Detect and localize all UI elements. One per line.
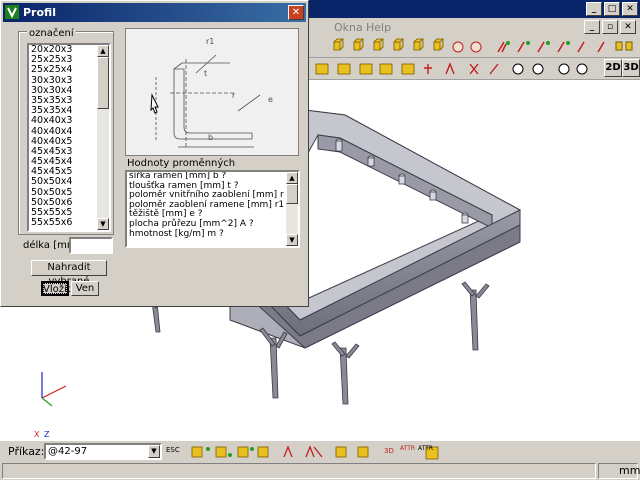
- scroll-down-icon[interactable]: ▼: [286, 234, 298, 246]
- chevron-down-icon[interactable]: ▼: [148, 445, 160, 458]
- scroll-thumb[interactable]: [97, 57, 109, 109]
- menu-help[interactable]: Help: [366, 21, 391, 34]
- insert-button[interactable]: Vložit: [41, 281, 71, 296]
- dim-b-label: b: [208, 133, 214, 142]
- command-bar: Příkaz: @42-97 ▼ ESC 3D ATTR ATTR: [0, 440, 640, 463]
- replace-selected-button[interactable]: Nahradit vybrané: [31, 260, 107, 287]
- toolbar-attr-label-2[interactable]: ATTR: [418, 445, 433, 452]
- close-icon: ✕: [289, 6, 303, 19]
- exit-button[interactable]: Ven: [71, 281, 99, 296]
- scroll-up-icon[interactable]: ▲: [286, 172, 298, 184]
- dim-r1-label: r1: [206, 37, 215, 46]
- minimize-button[interactable]: _: [586, 2, 602, 16]
- toolbar-icons-row-2[interactable]: [310, 60, 600, 78]
- profile-diagram: r1 t r e b: [125, 28, 299, 156]
- command-input-value: @42-97: [48, 446, 88, 457]
- esc-button[interactable]: ESC: [166, 446, 180, 454]
- app-logo-icon: [5, 5, 19, 19]
- values-label: Hodnoty proměnných: [127, 158, 236, 169]
- variable-list-item[interactable]: hmotnost [kg/m] m ?: [127, 229, 298, 240]
- menu-okna[interactable]: Okna: [334, 21, 363, 34]
- toolbar-icons-row-1[interactable]: [320, 38, 640, 56]
- mdi-minimize-button[interactable]: _: [584, 20, 600, 34]
- axis-indicator: [41, 372, 67, 407]
- length-input[interactable]: [69, 237, 113, 254]
- axis-x-label: X: [34, 430, 40, 439]
- mdi-controls: _ ▫ ✕: [584, 20, 636, 34]
- view-3d-button[interactable]: 3D: [622, 59, 640, 77]
- status-pane-main: [2, 463, 596, 479]
- maximize-button[interactable]: □: [604, 2, 620, 16]
- status-bar: mm: [0, 462, 640, 480]
- scroll-up-icon[interactable]: ▲: [97, 45, 109, 57]
- units-label: mm: [619, 464, 640, 477]
- axis-z-label: Z: [44, 430, 50, 439]
- dim-e-label: e: [268, 95, 273, 104]
- profile-scrollbar[interactable]: ▲ ▼: [97, 45, 109, 230]
- view-2d-button[interactable]: 2D: [604, 59, 622, 77]
- variable-list-items: šířka ramen [mm] b ? tloušťka ramen [mm] …: [127, 172, 298, 239]
- designation-label: označení: [27, 28, 76, 39]
- variables-listbox[interactable]: šířka ramen [mm] b ? tloušťka ramen [mm] …: [125, 170, 300, 248]
- dim-t-label: t: [204, 69, 208, 78]
- command-toolbar-icons[interactable]: [186, 443, 456, 461]
- mdi-close-button[interactable]: ✕: [620, 20, 636, 34]
- profile-listbox[interactable]: 20x20x3 25x25x3 25x25x4 30x30x3 30x30x4 35x35…: [27, 43, 111, 232]
- mdi-restore-button[interactable]: ▫: [602, 20, 618, 34]
- dim-r-label: r: [232, 91, 236, 100]
- toolbar-attr-label-1[interactable]: ATTR: [400, 445, 415, 452]
- variables-scrollbar[interactable]: ▲ ▼: [286, 172, 298, 246]
- scroll-down-icon[interactable]: ▼: [97, 218, 109, 230]
- status-pane-units: mm: [598, 463, 640, 479]
- window-controls: _ □ ✕: [586, 2, 638, 16]
- command-input[interactable]: @42-97 ▼: [44, 443, 162, 460]
- toolbar-3d-label[interactable]: 3D: [384, 447, 394, 455]
- dialog-title-bar: Profil ✕: [3, 3, 306, 22]
- dialog-close-button[interactable]: ✕: [288, 5, 304, 20]
- profil-dialog: Profil ✕ označení 20x20x3 25x25x3 25x25x4 3…: [0, 0, 309, 307]
- dialog-title: Profil: [23, 6, 56, 19]
- command-label: Příkaz:: [8, 445, 45, 458]
- scroll-thumb[interactable]: [286, 184, 298, 204]
- close-app-button[interactable]: ✕: [622, 2, 638, 16]
